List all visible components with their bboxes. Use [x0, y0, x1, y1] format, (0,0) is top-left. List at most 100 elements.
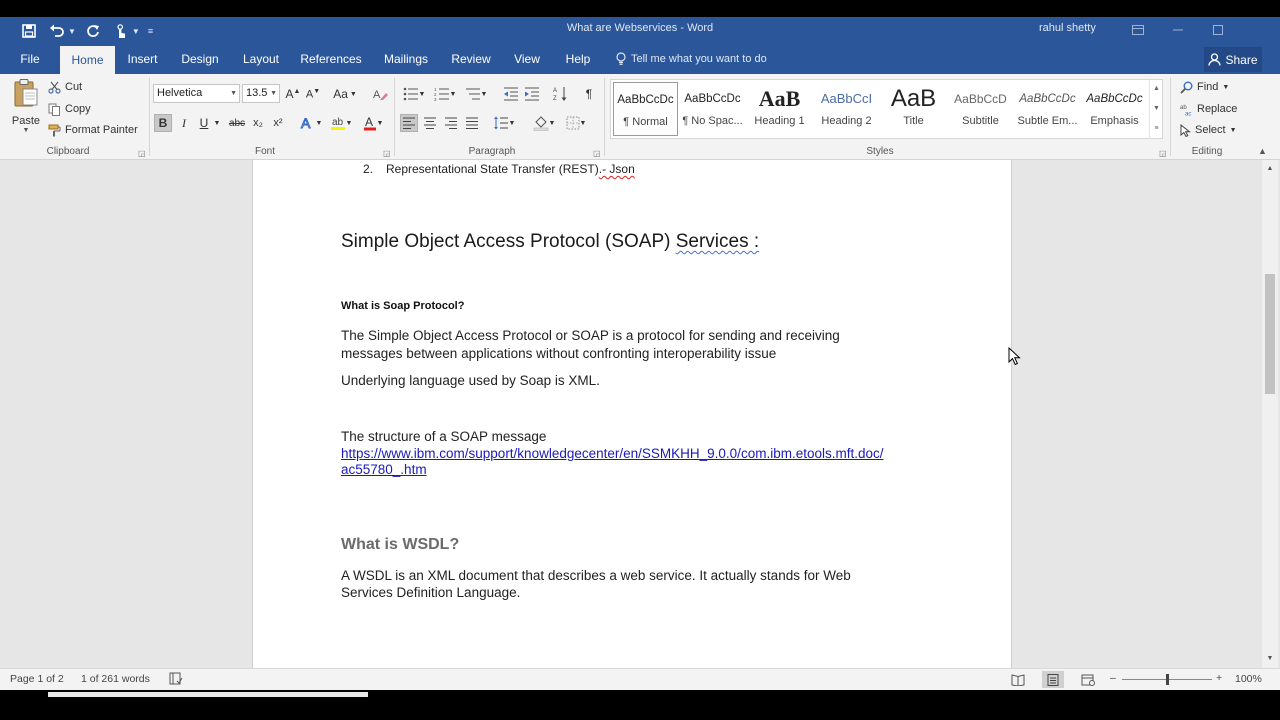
- user-name[interactable]: rahul shetty: [1039, 22, 1096, 34]
- italic-button[interactable]: I: [176, 114, 192, 132]
- align-center-button[interactable]: [421, 114, 439, 132]
- style-subtitle[interactable]: AaBbCcD Subtitle: [948, 82, 1013, 136]
- styles-launcher-icon[interactable]: ◲: [1159, 149, 1167, 158]
- tab-insert[interactable]: Insert: [120, 44, 165, 74]
- word-count[interactable]: 1 of 261 words: [81, 673, 150, 685]
- list-item: 2. Representational State Transfer (REST)…: [363, 162, 635, 176]
- copy-button[interactable]: Copy: [48, 100, 91, 118]
- tab-design[interactable]: Design: [176, 44, 224, 74]
- change-case-button[interactable]: Aa ▼: [330, 85, 360, 103]
- gallery-down-icon[interactable]: ▼: [1150, 99, 1163, 119]
- bullets-dropdown-icon: ▼: [418, 90, 426, 98]
- scroll-down-icon[interactable]: ▼: [1262, 652, 1278, 666]
- ribbon-display-options-button[interactable]: [1118, 19, 1158, 41]
- zoom-out-button[interactable]: –: [1110, 672, 1116, 684]
- select-button[interactable]: Select ▼: [1180, 121, 1237, 139]
- zoom-slider-thumb[interactable]: [1166, 674, 1169, 685]
- shrink-font-button[interactable]: A▼: [305, 85, 321, 103]
- subscript-button[interactable]: x₂: [250, 114, 266, 132]
- underline-dropdown-icon[interactable]: ▼: [212, 114, 222, 132]
- line-spacing-button[interactable]: ▼: [490, 114, 518, 132]
- group-separator: [1170, 78, 1171, 156]
- collapse-ribbon-icon[interactable]: ▲: [1258, 146, 1267, 156]
- tell-me-box[interactable]: Tell me what you want to do: [616, 52, 767, 65]
- document-page[interactable]: 2. Representational State Transfer (REST)…: [252, 160, 1012, 668]
- style-title[interactable]: AaB Title: [881, 82, 946, 136]
- zoom-level[interactable]: 100%: [1235, 673, 1262, 685]
- highlight-button[interactable]: ab ▼: [328, 114, 354, 132]
- style-subtle-emphasis[interactable]: AaBbCcDc Subtle Em...: [1015, 82, 1080, 136]
- gallery-up-icon[interactable]: ▲: [1150, 79, 1163, 99]
- style-name: Title: [903, 115, 924, 127]
- text-effects-icon: A: [300, 115, 311, 131]
- style-emphasis[interactable]: AaBbCcDc Emphasis: [1082, 82, 1147, 136]
- style-heading-1[interactable]: AaB Heading 1: [747, 82, 812, 136]
- sort-button[interactable]: AZ: [551, 85, 571, 103]
- title-separator: -: [677, 22, 688, 34]
- format-painter-button[interactable]: Format Painter: [48, 121, 138, 139]
- web-layout-button[interactable]: [1077, 671, 1099, 688]
- shading-button[interactable]: ▼: [530, 114, 558, 132]
- paragraph-launcher-icon[interactable]: ◲: [593, 149, 601, 158]
- zoom-in-button[interactable]: +: [1216, 672, 1222, 684]
- grow-font-button[interactable]: A▲: [285, 85, 301, 103]
- decrease-indent-button[interactable]: [502, 85, 520, 103]
- show-formatting-button[interactable]: ¶: [580, 85, 598, 103]
- strikethrough-button[interactable]: abc: [226, 114, 248, 132]
- vertical-scrollbar[interactable]: ▲ ▼: [1262, 160, 1278, 668]
- gallery-more-icon[interactable]: ≡: [1150, 119, 1163, 139]
- clear-formatting-button[interactable]: A: [370, 85, 390, 103]
- style-normal[interactable]: AaBbCcDc ¶ Normal: [613, 82, 678, 136]
- ibm-link-line-2[interactable]: ac55780_.htm: [341, 461, 427, 479]
- maximize-button[interactable]: [1198, 19, 1238, 41]
- tab-file[interactable]: File: [10, 44, 50, 74]
- clipboard-launcher-icon[interactable]: ◲: [138, 149, 146, 158]
- font-size-box[interactable]: 13.5 ▼: [242, 84, 280, 103]
- paste-dropdown-icon[interactable]: ▼: [8, 127, 44, 134]
- superscript-button[interactable]: x²: [270, 114, 286, 132]
- tab-review[interactable]: Review: [446, 44, 496, 74]
- sort-icon: AZ: [553, 87, 567, 102]
- tab-view[interactable]: View: [508, 44, 546, 74]
- align-left-button[interactable]: [400, 114, 418, 132]
- font-size-dropdown-icon[interactable]: ▼: [270, 85, 277, 102]
- pointer-icon: [1180, 123, 1191, 137]
- text-effects-button[interactable]: A ▼: [298, 114, 324, 132]
- cut-button[interactable]: Cut: [48, 78, 82, 96]
- window-controls: [1118, 19, 1238, 41]
- style-no-spacing[interactable]: AaBbCcDc ¶ No Spac...: [680, 82, 745, 136]
- font-launcher-icon[interactable]: ◲: [383, 149, 391, 158]
- underline-button[interactable]: U: [196, 114, 212, 132]
- print-layout-button[interactable]: [1042, 671, 1064, 688]
- video-progress-strip: [48, 692, 368, 697]
- font-color-button[interactable]: A ▼: [360, 114, 386, 132]
- scrollbar-thumb[interactable]: [1265, 274, 1275, 394]
- page-count[interactable]: Page 1 of 2: [10, 673, 64, 685]
- multilevel-list-button[interactable]: ▼: [462, 85, 490, 103]
- tab-help[interactable]: Help: [558, 44, 598, 74]
- bullets-icon: [403, 87, 418, 101]
- proofing-status-icon[interactable]: [169, 672, 183, 688]
- scroll-up-icon[interactable]: ▲: [1262, 162, 1278, 176]
- replace-button[interactable]: ab ac Replace: [1180, 100, 1237, 118]
- borders-button[interactable]: ▼: [562, 114, 590, 132]
- justify-button[interactable]: [463, 114, 481, 132]
- find-button[interactable]: Find ▼: [1180, 78, 1229, 96]
- tab-layout[interactable]: Layout: [236, 44, 286, 74]
- bold-button[interactable]: B: [154, 114, 172, 132]
- paste-button[interactable]: Paste ▼: [8, 78, 44, 134]
- align-right-button[interactable]: [442, 114, 460, 132]
- minimize-button[interactable]: [1158, 19, 1198, 41]
- tab-references[interactable]: References: [298, 44, 364, 74]
- increase-indent-button[interactable]: [523, 85, 541, 103]
- style-heading-2[interactable]: AaBbCcI Heading 2: [814, 82, 879, 136]
- share-button[interactable]: Share: [1204, 47, 1262, 72]
- numbering-button[interactable]: 123 ▼: [431, 85, 459, 103]
- svg-text:A: A: [373, 89, 381, 101]
- tab-home[interactable]: Home: [60, 46, 115, 74]
- font-name-dropdown-icon[interactable]: ▼: [230, 85, 237, 102]
- tab-mailings[interactable]: Mailings: [376, 44, 436, 74]
- bullets-button[interactable]: ▼: [400, 85, 428, 103]
- font-name-box[interactable]: Helvetica ▼: [153, 84, 240, 103]
- read-mode-button[interactable]: [1007, 671, 1029, 688]
